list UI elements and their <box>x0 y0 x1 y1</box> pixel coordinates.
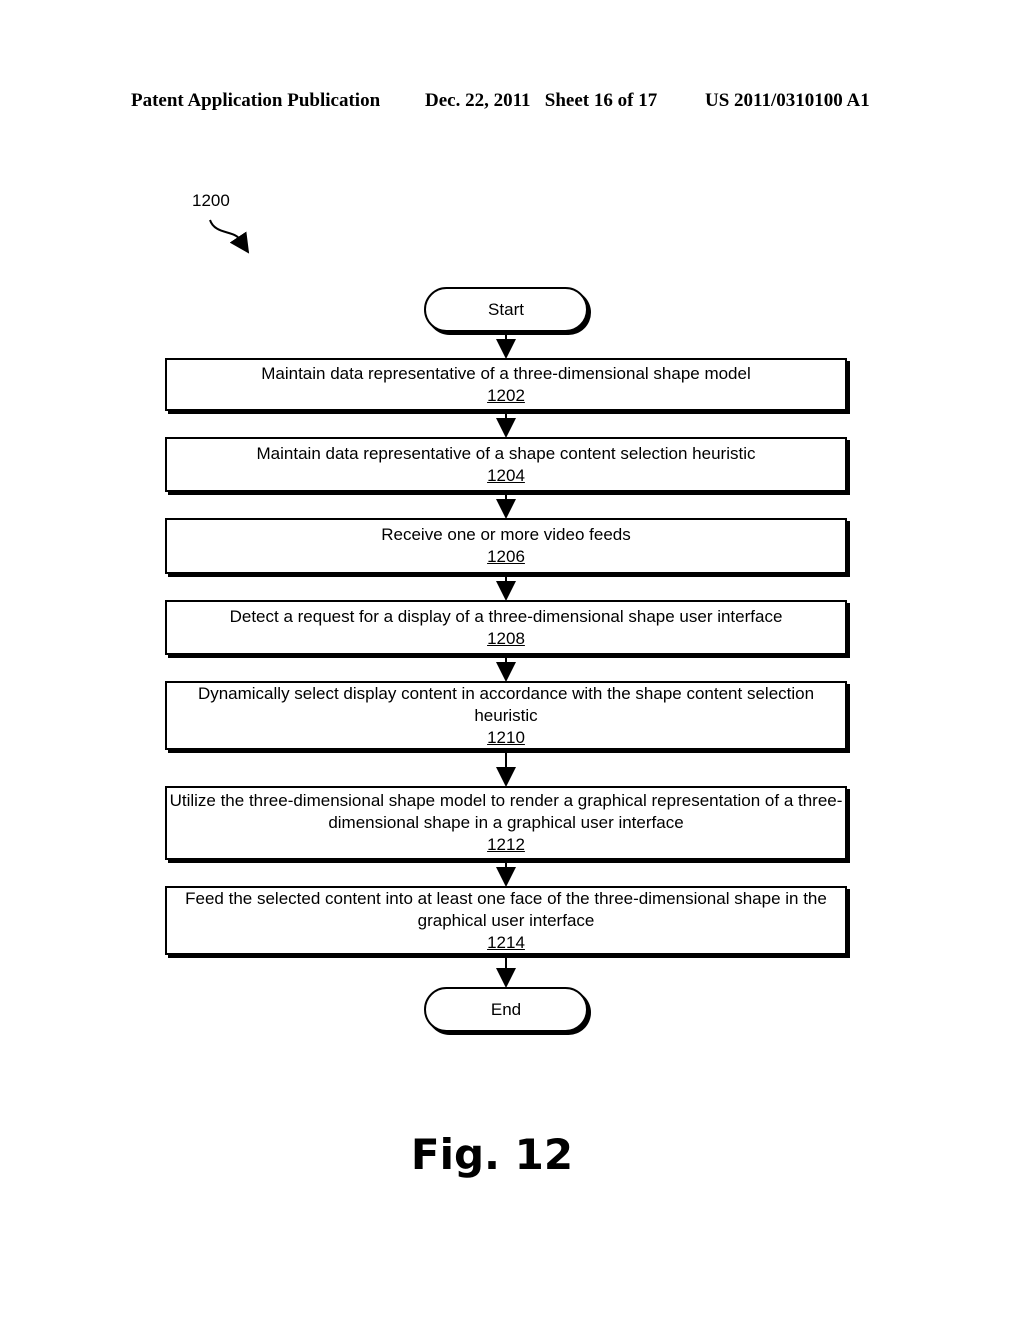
step-text: Maintain data representative of a shape … <box>256 443 756 463</box>
step-text: Maintain data representative of a three-… <box>261 363 751 383</box>
step-text: Dynamically select display content in ac… <box>197 683 815 725</box>
start-label: Start <box>488 299 524 319</box>
step-number: 1210 <box>487 727 525 747</box>
end-label: End <box>490 999 522 1019</box>
step-number: 1204 <box>487 465 525 485</box>
step-1210: Dynamically select display content in ac… <box>165 681 847 750</box>
step-number: 1212 <box>487 835 525 854</box>
step-1208: Detect a request for a display of a thre… <box>165 600 847 655</box>
step-number: 1208 <box>487 628 525 648</box>
step-1212: Utilize the three-dimensional shape mode… <box>165 786 847 860</box>
end-terminal: End <box>424 987 588 1032</box>
reference-arrow-icon <box>209 219 250 254</box>
step-1206: Receive one or more video feeds 1206 <box>165 518 847 574</box>
step-text: Feed the selected content into at least … <box>185 888 827 930</box>
step-number: 1202 <box>487 385 525 405</box>
step-number: 1206 <box>487 547 525 566</box>
step-1204: Maintain data representative of a shape … <box>165 437 847 492</box>
connectors <box>209 219 516 988</box>
step-text: Detect a request for a display of a thre… <box>229 606 783 626</box>
step-1214: Feed the selected content into at least … <box>165 886 847 955</box>
step-number: 1214 <box>487 932 525 952</box>
step-text: Utilize the three-dimensional shape mode… <box>169 791 843 832</box>
step-text: Receive one or more video feeds <box>381 525 631 544</box>
start-terminal: Start <box>424 287 588 332</box>
figure-label: Fig. 12 <box>410 1130 574 1179</box>
step-1202: Maintain data representative of a three-… <box>165 358 847 411</box>
